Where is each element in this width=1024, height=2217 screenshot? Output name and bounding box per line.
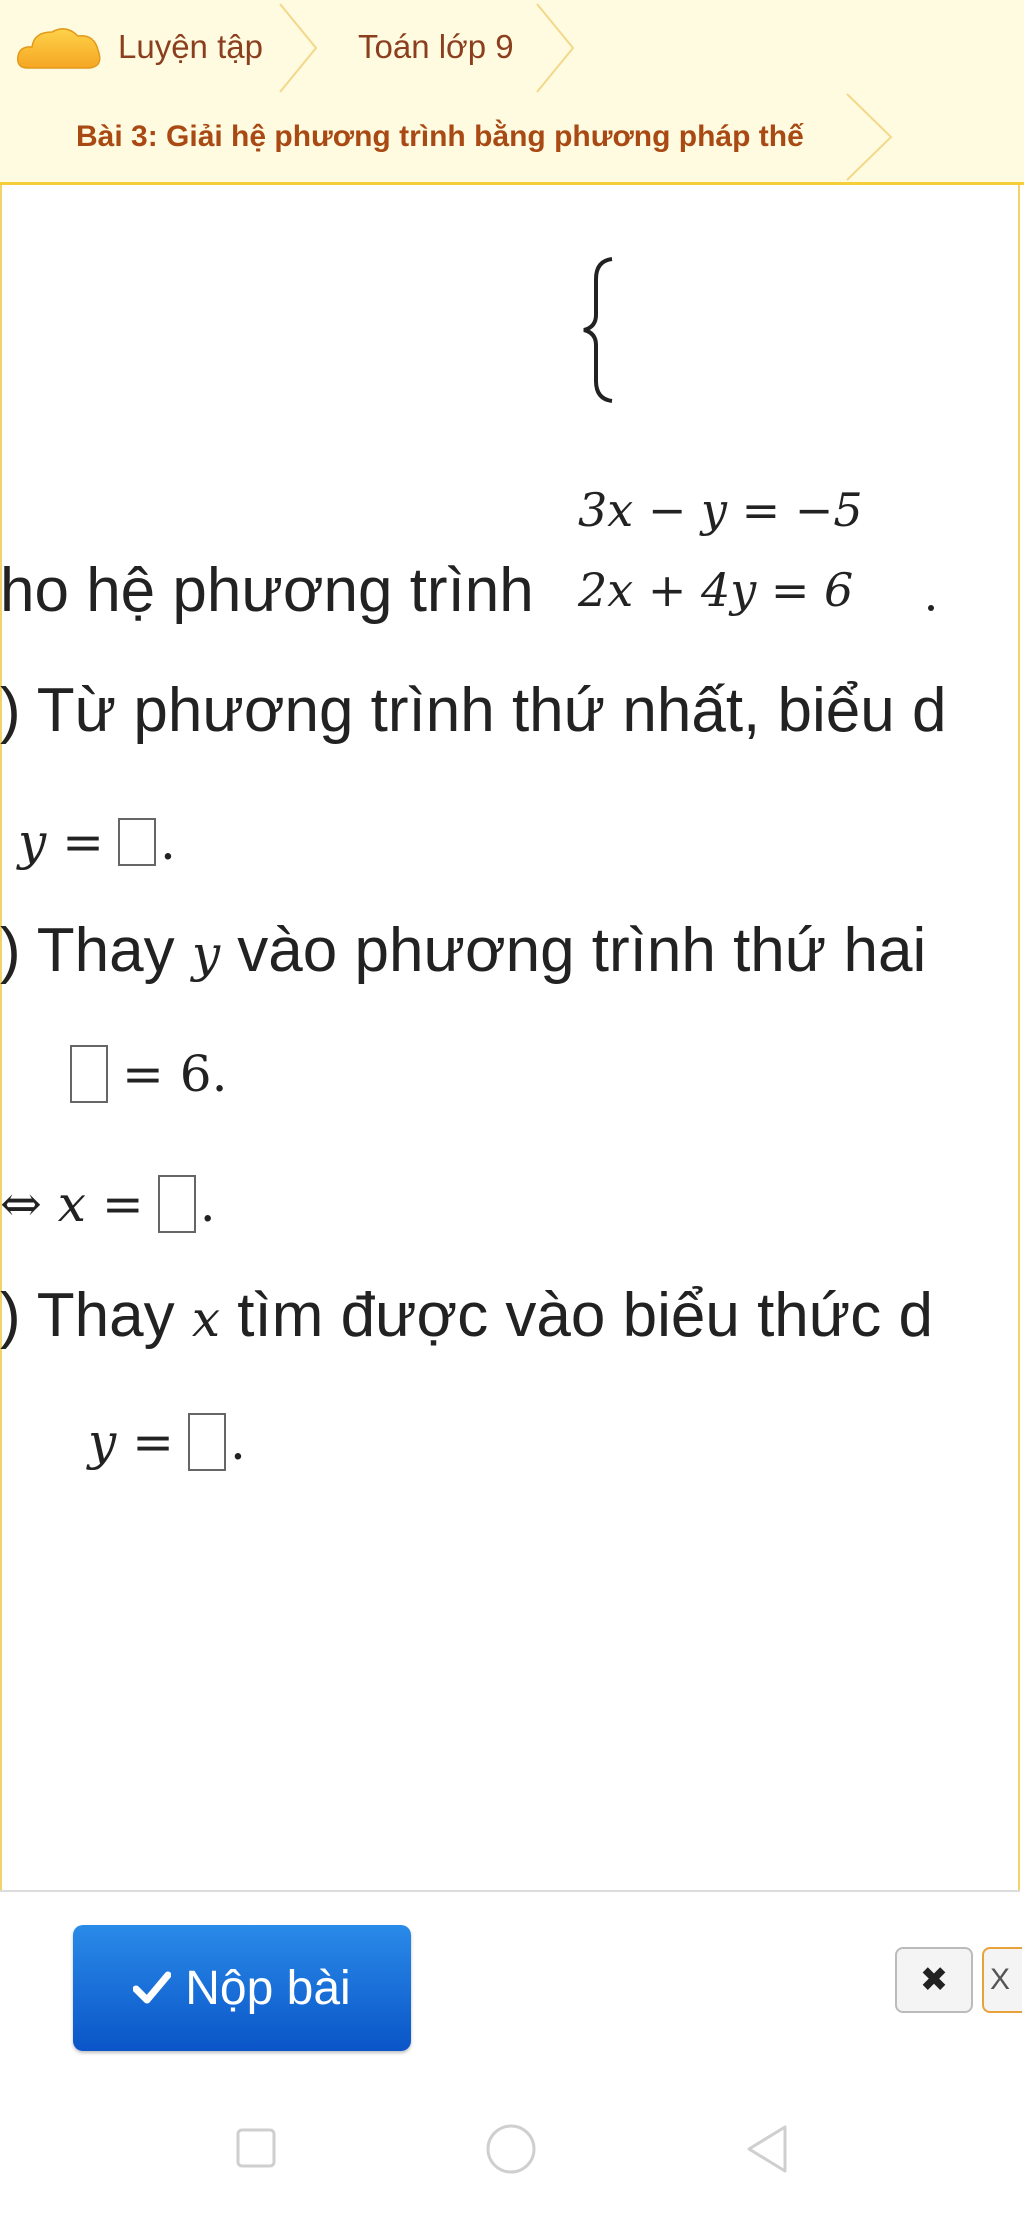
equation-1: 3x − y = −5 (578, 483, 863, 537)
problem-content: 3x − y = −5 2x + 4y = 6 ho hệ phương trì… (0, 185, 1024, 1890)
step2b-expression: ⇔ x = (0, 1175, 144, 1233)
step2-answer-row: = 6. (70, 1045, 228, 1103)
step2-var: y (191, 925, 221, 983)
recent-apps-icon[interactable] (235, 2127, 277, 2169)
lesson-title-bar: Bài 3: Giải hệ phương trình bằng phương … (0, 92, 900, 182)
checkmark-icon (133, 1971, 172, 2004)
step3-label-post: tìm được vào biểu thức d (220, 1281, 933, 1350)
step2b-answer-row: ⇔ x = . (0, 1175, 216, 1233)
system-nav-bar (0, 2077, 1024, 2217)
equation-system: 3x − y = −5 2x + 4y = 6 (578, 255, 938, 617)
step1-label: ) Từ phương trình thứ nhất, biểu d (0, 676, 947, 745)
clear-button[interactable]: ✖ (895, 1947, 973, 2013)
step3-expression: y = (88, 1413, 175, 1471)
step2-label: ) Thay y vào phương trình thứ hai (0, 915, 926, 986)
header: Luyện tập Toán lớp 9 Bài 3: Giải hệ phươ… (0, 0, 1024, 185)
step1-period: . (160, 813, 176, 871)
step1-answer-row: y = . (18, 813, 176, 871)
step2-label-pre: ) Thay (0, 916, 192, 985)
left-brace-icon (583, 257, 613, 403)
chevron-right-icon (846, 93, 893, 181)
step2-label-post: vào phương trình thứ hai (220, 916, 927, 985)
problem-intro: ho hệ phương trình (0, 556, 534, 625)
step1-expression: y = (18, 813, 105, 871)
next-icon: X (990, 1963, 1011, 1996)
step3-label: ) Thay x tìm được vào biểu thức d (0, 1280, 933, 1351)
lesson-title: Bài 3: Giải hệ phương trình bằng phương … (76, 120, 804, 153)
step2b-answer-box[interactable] (157, 1175, 196, 1233)
submit-button[interactable]: Nộp bài (73, 1925, 411, 2051)
home-icon[interactable] (485, 2123, 537, 2175)
chevron-right-icon (279, 3, 318, 93)
footer-bar: Nộp bài ✖ X (0, 1890, 1022, 2075)
step3-answer-row: y = . (88, 1413, 246, 1471)
cloud-logo-icon[interactable] (14, 20, 104, 74)
back-icon[interactable] (745, 2123, 789, 2175)
step2-expression: = 6. (122, 1045, 228, 1103)
step3-answer-box[interactable] (188, 1413, 227, 1471)
step2b-period: . (199, 1175, 216, 1233)
step2-answer-box[interactable] (70, 1045, 108, 1103)
step3-label-pre: ) Thay (0, 1281, 192, 1350)
close-icon: ✖ (919, 1961, 949, 1999)
breadcrumb-item-grade9[interactable]: Toán lớp 9 (358, 28, 514, 66)
next-button[interactable]: X (982, 1947, 1022, 2013)
breadcrumb: Luyện tập Toán lớp 9 (0, 0, 1024, 95)
submit-label: Nộp bài (185, 1961, 351, 2015)
breadcrumb-item-practice[interactable]: Luyện tập (118, 28, 263, 66)
step3-var: x (191, 1290, 221, 1348)
step3-period: . (230, 1413, 246, 1471)
period-mark (928, 605, 934, 611)
equation-2: 2x + 4y = 6 (578, 563, 854, 617)
step1-answer-box[interactable] (118, 818, 157, 866)
chevron-right-icon (536, 3, 575, 93)
